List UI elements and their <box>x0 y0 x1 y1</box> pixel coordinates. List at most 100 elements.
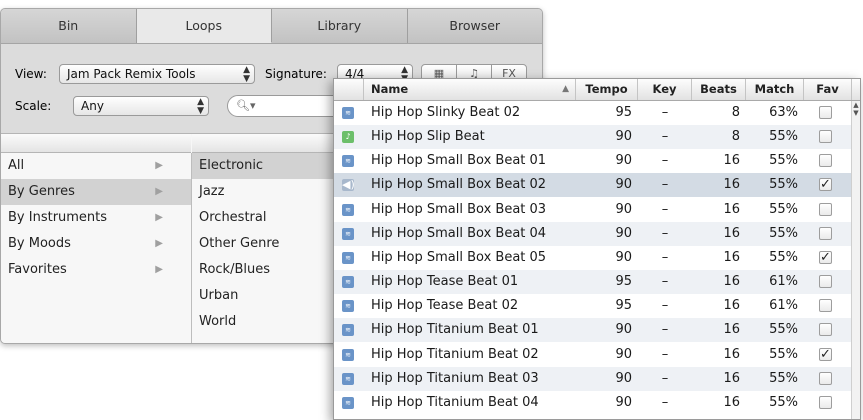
table-row[interactable]: ≋ Hip Hop Slinky Beat 02 95 – 8 63% <box>334 101 852 125</box>
favorite-checkbox[interactable]: ✓ <box>819 347 832 361</box>
table-row[interactable]: ≋ Hip Hop Small Box Beat 04 90 – 16 55% <box>334 221 852 246</box>
scale-popup[interactable]: Any ▲ ▼ <box>73 96 209 116</box>
chevron-right-icon: ▶ <box>155 264 163 275</box>
column-header-beats[interactable]: Beats <box>692 79 746 100</box>
table-row[interactable]: ≋ Hip Hop Small Box Beat 05 90 – 16 55% ✓ <box>334 246 852 270</box>
cell-beats: 16 <box>723 249 740 265</box>
genre-column: Electronic Jazz Orchestral Other Genre R… <box>192 153 342 343</box>
cell-match: 55% <box>769 249 798 265</box>
category-item-by-instruments[interactable]: By Instruments ▶ <box>1 205 191 231</box>
cell-match: 55% <box>769 153 798 169</box>
cell-name: Hip Hop Slinky Beat 02 <box>371 105 521 120</box>
scale-popup-value: Any <box>81 99 104 113</box>
tab-library[interactable]: Library <box>272 9 408 43</box>
table-row[interactable]: ♪ Hip Hop Slip Beat 90 – 8 55% <box>334 125 852 150</box>
view-popup[interactable]: Jam Pack Remix Tools ▲ ▼ <box>59 64 255 84</box>
table-row[interactable]: ≋ Hip Hop Tease Beat 01 95 – 16 61% <box>334 270 852 295</box>
cell-name: Hip Hop Small Box Beat 05 <box>371 249 547 265</box>
chevron-right-icon: ▶ <box>155 186 163 197</box>
category-item-all[interactable]: All ▶ <box>1 153 191 179</box>
favorite-checkbox[interactable] <box>819 323 832 337</box>
chevron-right-icon: ▶ <box>155 160 163 171</box>
cell-match: 55% <box>769 370 798 386</box>
cell-beats: 16 <box>723 177 740 193</box>
tab-browser[interactable]: Browser <box>408 9 543 43</box>
tab-bin[interactable]: Bin <box>1 9 137 43</box>
favorite-checkbox[interactable] <box>819 130 832 144</box>
table-row[interactable]: ◀) Hip Hop Small Box Beat 02 90 – 16 55% ✓ <box>334 173 852 198</box>
column-header-key[interactable]: Key <box>638 79 692 100</box>
cell-tempo: 90 <box>615 225 632 241</box>
chevron-right-icon: ▶ <box>155 212 163 223</box>
waveform-icon: ≋ <box>342 348 354 361</box>
table-row[interactable]: ≋ Hip Hop Titanium Beat 01 90 – 16 55% <box>334 318 852 343</box>
column-header-fav[interactable]: Fav <box>804 79 852 100</box>
cell-match: 55% <box>769 346 798 362</box>
cell-tempo: 95 <box>615 105 632 120</box>
cell-beats: 16 <box>723 346 740 362</box>
category-label: Favorites <box>8 262 67 277</box>
table-row[interactable]: ≋ Hip Hop Titanium Beat 03 90 – 16 55% <box>334 366 852 391</box>
cell-match: 63% <box>769 105 798 120</box>
tab-loops[interactable]: Loops <box>136 9 272 43</box>
favorite-checkbox[interactable] <box>819 371 832 385</box>
genre-item-other-genre[interactable]: Other Genre <box>192 231 342 257</box>
column-header-match[interactable]: Match <box>746 79 804 100</box>
category-column: All ▶ By Genres ▶ By Instruments ▶ By Moods… <box>1 153 192 343</box>
table-row[interactable]: ≋ Hip Hop Titanium Beat 02 90 – 16 55% ✓ <box>334 343 852 367</box>
waveform-icon: ≋ <box>342 251 354 264</box>
favorite-checkbox[interactable] <box>819 299 832 313</box>
cell-name: Hip Hop Small Box Beat 01 <box>371 153 547 169</box>
genre-item-jazz[interactable]: Jazz <box>192 179 342 205</box>
cell-tempo: 90 <box>615 322 632 338</box>
category-item-favorites[interactable]: Favorites ▶ <box>1 257 191 283</box>
cell-tempo: 95 <box>615 298 632 314</box>
waveform-icon: ≋ <box>342 276 354 289</box>
tab-bar: Bin Loops Library Browser <box>1 9 542 44</box>
favorite-checkbox[interactable] <box>819 106 832 119</box>
signature-label: Signature: <box>265 67 327 81</box>
waveform-icon: ≋ <box>342 300 354 313</box>
category-item-by-genres[interactable]: By Genres ▶ <box>1 179 191 205</box>
cell-name: Hip Hop Slip Beat <box>371 129 485 145</box>
favorite-checkbox[interactable]: ✓ <box>819 178 832 192</box>
chevron-right-icon: ▶ <box>155 238 163 249</box>
cell-beats: 16 <box>723 201 740 217</box>
column-header-name[interactable]: Name ▲ <box>364 79 576 100</box>
favorite-checkbox[interactable] <box>819 275 832 289</box>
waveform-icon: ≋ <box>342 227 354 240</box>
table-row[interactable]: ≋ Hip Hop Small Box Beat 01 90 – 16 55% <box>334 149 852 173</box>
sort-ascending-icon: ▲ <box>562 84 569 94</box>
cell-name: Hip Hop Titanium Beat 03 <box>371 370 539 386</box>
popup-arrows-icon: ▲▼ <box>197 97 204 116</box>
genre-item-rock-blues[interactable]: Rock/Blues <box>192 257 342 283</box>
cell-match: 55% <box>769 201 798 217</box>
cell-match: 55% <box>769 394 798 410</box>
scale-label: Scale: <box>15 99 52 113</box>
table-row[interactable]: ≋ Hip Hop Small Box Beat 03 90 – 16 55% <box>334 198 852 222</box>
category-label: All <box>8 158 25 173</box>
cell-tempo: 90 <box>615 370 632 386</box>
column-header-tempo[interactable]: Tempo <box>576 79 638 100</box>
cell-beats: 16 <box>723 394 740 410</box>
vertical-scrollbar[interactable]: ▲ ▼ <box>851 101 860 419</box>
favorite-checkbox[interactable] <box>819 395 832 409</box>
cell-name: Hip Hop Small Box Beat 03 <box>371 201 547 217</box>
category-item-by-moods[interactable]: By Moods ▶ <box>1 231 191 257</box>
table-row[interactable]: ≋ Hip Hop Titanium Beat 04 90 – 16 55% <box>334 391 852 415</box>
favorite-checkbox[interactable] <box>819 226 832 240</box>
genre-item-orchestral[interactable]: Orchestral <box>192 205 342 231</box>
cell-key: – <box>661 177 669 193</box>
genre-item-electronic[interactable]: Electronic <box>192 153 342 179</box>
favorite-checkbox[interactable] <box>819 154 832 168</box>
cell-tempo: 90 <box>615 394 632 410</box>
favorite-checkbox[interactable] <box>819 202 832 216</box>
cell-key: – <box>661 249 669 265</box>
genre-item-urban[interactable]: Urban <box>192 283 342 309</box>
cell-match: 55% <box>769 225 798 241</box>
scroll-arrows-icon[interactable]: ▲ ▼ <box>852 101 860 117</box>
cell-tempo: 90 <box>615 249 632 265</box>
favorite-checkbox[interactable]: ✓ <box>819 250 832 264</box>
genre-item-world[interactable]: World <box>192 309 342 335</box>
table-row[interactable]: ≋ Hip Hop Tease Beat 02 95 – 16 61% <box>334 294 852 318</box>
